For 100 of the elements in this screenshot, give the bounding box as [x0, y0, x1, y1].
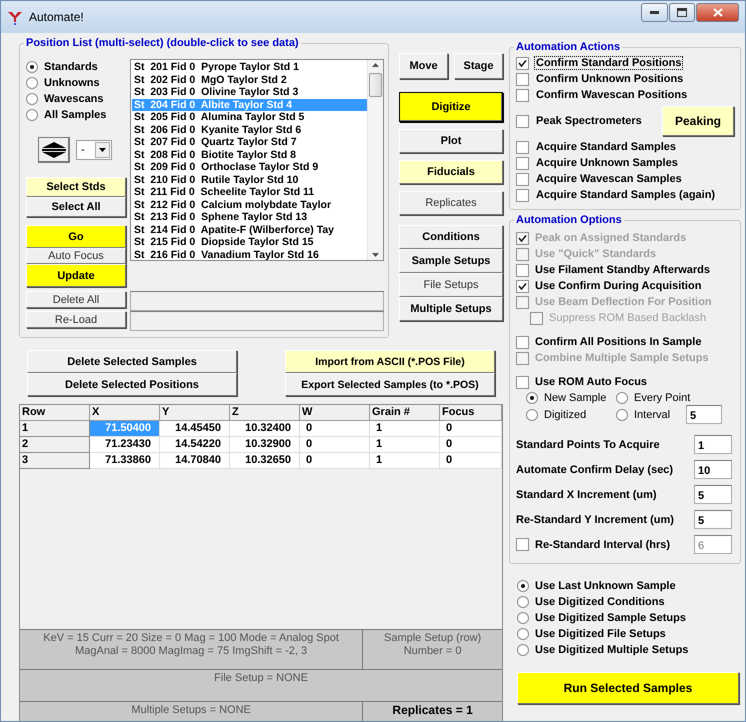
- close-icon: [712, 8, 722, 17]
- field-label: Standard Points To Acquire: [516, 438, 660, 450]
- sort-button[interactable]: [38, 137, 70, 163]
- highlighted-button[interactable]: Run Selected Samples: [517, 672, 739, 704]
- close-button[interactable]: [696, 3, 739, 22]
- scroll-thumb[interactable]: [369, 73, 382, 97]
- checkbox[interactable]: [516, 188, 529, 202]
- button[interactable]: Move: [399, 53, 448, 79]
- table-cell: 0: [300, 453, 370, 469]
- table-cell: 14.45450: [160, 421, 230, 437]
- input-field[interactable]: 5: [694, 510, 732, 529]
- field-label: Standard X Increment (um): [516, 488, 657, 500]
- checkbox[interactable]: [516, 88, 529, 102]
- position-list[interactable]: [130, 59, 384, 261]
- group-title: Automation Actions: [515, 41, 622, 53]
- file-setup-info: File Setup = NONE: [20, 670, 502, 701]
- scrollbar[interactable]: [367, 60, 383, 260]
- input-field[interactable]: 5: [694, 485, 732, 504]
- button[interactable]: Re-Load: [26, 311, 126, 328]
- checkbox[interactable]: [516, 156, 529, 170]
- list-item[interactable]: St 201 Fid 0 Pyrope Taylor Std 1: [132, 61, 367, 74]
- checkbox[interactable]: [516, 140, 529, 154]
- list-item[interactable]: St 213 Fid 0 Sphene Taylor Std 13: [132, 211, 367, 224]
- checkbox[interactable]: [516, 114, 529, 128]
- radio-button[interactable]: [26, 109, 38, 121]
- list-item[interactable]: St 203 Fid 0 Olivine Taylor Std 3: [132, 86, 367, 98]
- checkbox[interactable]: [516, 376, 529, 388]
- conditions-info: KeV = 15 Curr = 20 Size = 0 Mag = 100 Mode = Analog Spot MagAnal = 8000 MagImag = 75 ImgShift = -2, 3: [20, 630, 362, 669]
- radio-button[interactable]: [26, 61, 38, 73]
- button[interactable]: Delete Selected Positions: [27, 373, 237, 396]
- highlighted-button[interactable]: Import from ASCII (*.POS File): [285, 350, 495, 373]
- button[interactable]: Replicates: [399, 191, 503, 215]
- checkbox-label: Re-Standard Interval (hrs): [535, 538, 670, 550]
- checkbox[interactable]: [516, 280, 529, 292]
- input-field[interactable]: 10: [694, 460, 732, 479]
- peaking-button[interactable]: Peaking: [662, 106, 734, 136]
- row-header: 2: [20, 437, 90, 453]
- minimize-button[interactable]: [641, 3, 668, 22]
- list-item[interactable]: St 206 Fid 0 Kyanite Taylor Std 6: [132, 124, 367, 136]
- button[interactable]: Plot: [399, 129, 503, 153]
- radio-button[interactable]: [26, 77, 38, 89]
- button[interactable]: File Setups: [399, 273, 503, 297]
- list-item[interactable]: St 209 Fid 0 Orthoclase Taylor Std 9: [132, 161, 367, 174]
- radio-button[interactable]: [526, 408, 538, 420]
- radio-button[interactable]: [616, 408, 628, 420]
- highlighted-button[interactable]: Digitize: [399, 92, 503, 122]
- checkbox[interactable]: [516, 264, 529, 276]
- checkbox-label: Use Confirm During Acquisition: [535, 280, 702, 292]
- field-label: Re-Standard Y Increment (um): [516, 514, 674, 526]
- button[interactable]: Sample Setups: [399, 249, 503, 273]
- checkbox-label: Use ROM Auto Focus: [535, 376, 648, 388]
- scroll-down-icon[interactable]: [372, 253, 379, 257]
- table-cell: 14.54220: [160, 437, 230, 453]
- table-cell: 1: [370, 453, 440, 469]
- radio-button[interactable]: [517, 612, 529, 624]
- checkbox[interactable]: [516, 72, 529, 86]
- highlighted-button[interactable]: Update: [26, 264, 126, 287]
- sort-dropdown[interactable]: -: [76, 140, 112, 160]
- table-cell: 1: [370, 437, 440, 453]
- button[interactable]: Multiple Setups: [399, 297, 503, 321]
- list-item[interactable]: St 207 Fid 0 Quartz Taylor Std 7: [132, 136, 367, 148]
- button[interactable]: Delete All: [26, 291, 126, 308]
- list-item[interactable]: St 208 Fid 0 Biotite Taylor Std 8: [132, 148, 367, 161]
- list-item[interactable]: St 202 Fid 0 MgO Taylor Std 2: [132, 74, 367, 86]
- checkbox[interactable]: [516, 336, 529, 348]
- button[interactable]: Auto Focus: [26, 248, 126, 264]
- scroll-up-icon[interactable]: [372, 63, 379, 67]
- radio-button[interactable]: [26, 93, 38, 105]
- button[interactable]: Stage: [454, 53, 503, 79]
- maximize-button[interactable]: [669, 3, 695, 22]
- radio-button[interactable]: [517, 580, 529, 592]
- button[interactable]: Export Selected Samples (to *.POS): [285, 373, 495, 396]
- radio-label: Wavescans: [44, 93, 104, 105]
- list-item[interactable]: St 216 Fid 0 Vanadium Taylor Std 16: [132, 248, 367, 260]
- radio-button[interactable]: [616, 392, 628, 404]
- button[interactable]: Select All: [26, 197, 126, 217]
- list-item[interactable]: St 214 Fid 0 Apatite-F (Wilberforce) Tay: [132, 224, 367, 236]
- list-item[interactable]: St 215 Fid 0 Diopside Taylor Std 15: [132, 236, 367, 248]
- checkbox[interactable]: [516, 172, 529, 186]
- list-item[interactable]: St 205 Fid 0 Alumina Taylor Std 5: [132, 111, 367, 124]
- list-item[interactable]: St 211 Fid 0 Scheelite Taylor Std 11: [132, 186, 367, 198]
- checkbox[interactable]: [516, 56, 529, 70]
- highlighted-button[interactable]: Select Stds: [26, 177, 126, 197]
- button[interactable]: Delete Selected Samples: [27, 350, 237, 373]
- radio-label: New Sample: [544, 392, 606, 404]
- table-cell: 10.32650: [230, 453, 300, 469]
- radio-button[interactable]: [517, 644, 529, 656]
- radio-button[interactable]: [517, 628, 529, 640]
- radio-button[interactable]: [526, 392, 538, 404]
- list-item[interactable]: St 210 Fid 0 Rutile Taylor Std 10: [132, 174, 367, 186]
- radio-button[interactable]: [517, 596, 529, 608]
- highlighted-button[interactable]: Fiducials: [399, 160, 503, 184]
- checkbox-label: Acquire Standard Samples: [535, 141, 677, 153]
- input-field[interactable]: 1: [694, 435, 732, 454]
- highlighted-button[interactable]: Go: [26, 225, 126, 248]
- radio-label: Use Digitized Conditions: [535, 596, 665, 608]
- list-item[interactable]: St 212 Fid 0 Calcium molybdate Taylor: [132, 198, 367, 211]
- radio-label: Standards: [44, 61, 98, 73]
- button[interactable]: Conditions: [399, 225, 503, 249]
- interval-field[interactable]: 5: [686, 405, 722, 424]
